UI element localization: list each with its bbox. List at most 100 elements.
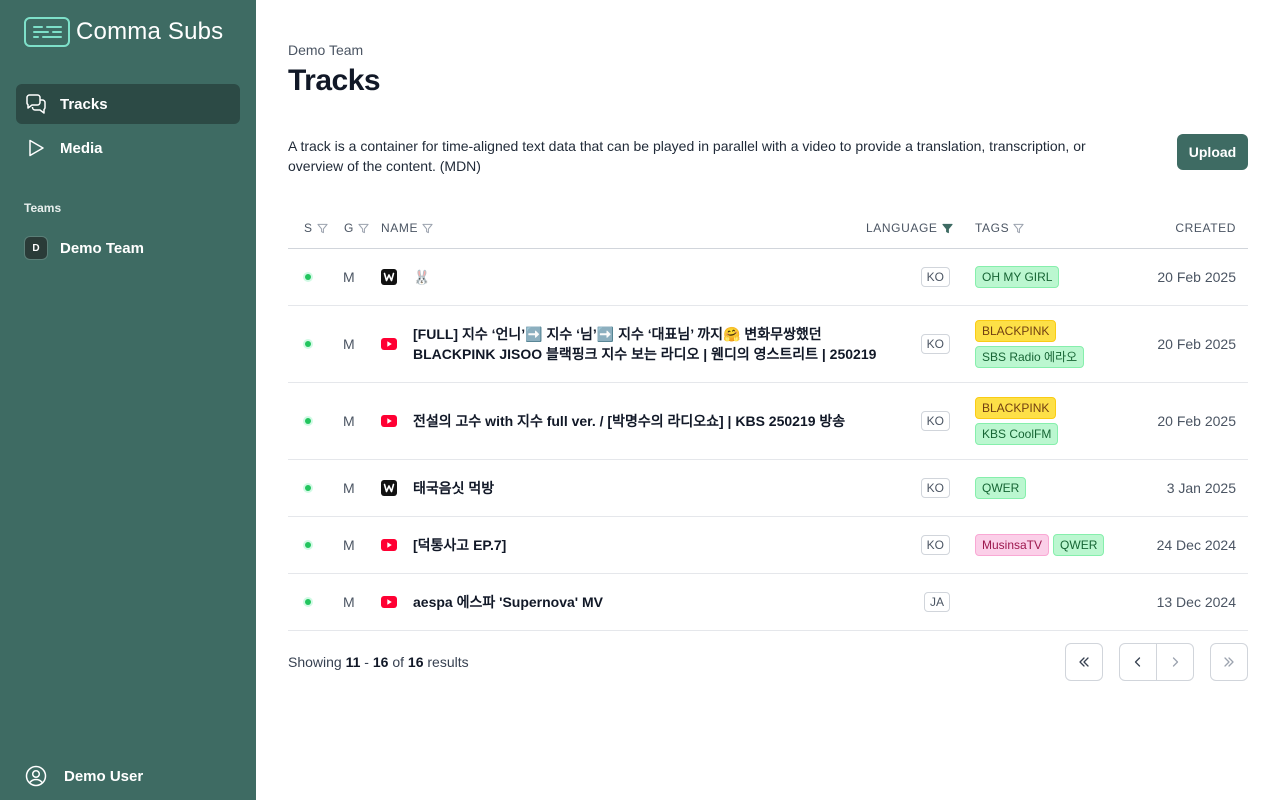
chevron-left-icon xyxy=(1134,657,1141,667)
column-created[interactable]: CREATED xyxy=(1175,221,1236,235)
track-name[interactable]: 태국음싯 먹방 xyxy=(413,478,903,498)
table-body: M 🐰 KO OH MY GIRL 20 Feb 2025 M [FULL] 지수 ‘언니’… xyxy=(288,249,1248,631)
track-name[interactable]: [FULL] 지수 ‘언니’➡️ 지수 ‘님’➡️ 지수 ‘대표님’ 까지🤗 변… xyxy=(413,324,903,364)
youtube-icon xyxy=(381,415,397,427)
column-gender[interactable]: G xyxy=(344,221,369,235)
chevrons-left-icon xyxy=(1079,657,1089,667)
created-date: 20 Feb 2025 xyxy=(1157,336,1236,352)
next-page-button[interactable] xyxy=(1156,643,1194,681)
chevron-right-icon xyxy=(1172,657,1179,667)
source-icon xyxy=(381,480,397,496)
app-logo[interactable]: Comma Subs xyxy=(24,16,223,48)
teams-heading: Teams xyxy=(24,201,62,215)
team-avatar: D xyxy=(24,236,48,260)
gender-cell: M xyxy=(343,480,355,496)
weverse-icon xyxy=(381,480,397,496)
language-badge: KO xyxy=(920,334,950,354)
tag-badge[interactable]: OH MY GIRL xyxy=(975,266,1060,288)
sidebar: Comma Subs Tracks Media Teams D Demo Tea… xyxy=(0,0,256,800)
filter-icon[interactable] xyxy=(1013,223,1024,234)
language-badge: JA xyxy=(923,592,950,612)
sidebar-item-media[interactable]: Media xyxy=(16,128,240,168)
gender-cell: M xyxy=(343,594,355,610)
weverse-icon xyxy=(381,269,397,285)
user-name: Demo User xyxy=(64,767,144,785)
track-name[interactable]: aespa 에스파 'Supernova' MV xyxy=(413,592,903,612)
source-icon xyxy=(381,336,397,352)
tag-badge[interactable]: MusinsaTV xyxy=(975,534,1050,556)
tag-badge[interactable]: BLACKPINK xyxy=(975,397,1057,419)
breadcrumb[interactable]: Demo Team xyxy=(288,42,363,58)
youtube-icon xyxy=(381,539,397,551)
status-indicator xyxy=(305,599,311,605)
language-badge: KO xyxy=(920,478,950,498)
status-indicator xyxy=(305,274,311,280)
tracks-table: S G NAME LANGUAGE TAGS CREATED M 🐰 KO OH… xyxy=(288,208,1248,631)
source-icon xyxy=(381,269,397,285)
table-row[interactable]: M 전설의 고수 with 지수 full ver. / [박명수의 라디오쇼] … xyxy=(288,383,1248,460)
table-row[interactable]: M 태국음싯 먹방 KO QWER 3 Jan 2025 xyxy=(288,460,1248,517)
status-indicator xyxy=(305,542,311,548)
team-name: Demo Team xyxy=(60,239,144,257)
table-row[interactable]: Maespa 에스파 'Supernova' MV JA 13 Dec 2024 xyxy=(288,574,1248,631)
page-title: Tracks xyxy=(288,64,381,97)
table-header: S G NAME LANGUAGE TAGS CREATED xyxy=(288,208,1248,249)
tags-cell: MusinsaTV QWER xyxy=(975,534,1105,556)
app-name: Comma Subs xyxy=(76,18,224,45)
upload-button[interactable]: Upload xyxy=(1177,134,1248,170)
filter-icon[interactable] xyxy=(317,223,328,234)
language-badge: KO xyxy=(920,411,950,431)
youtube-icon xyxy=(381,338,397,350)
gender-cell: M xyxy=(343,537,355,553)
track-name[interactable]: 전설의 고수 with 지수 full ver. / [박명수의 라디오쇼] |… xyxy=(413,411,903,431)
tag-badge[interactable]: QWER xyxy=(975,477,1027,499)
created-date: 24 Dec 2024 xyxy=(1156,537,1236,553)
gender-cell: M xyxy=(343,336,355,352)
sidebar-item-label: Media xyxy=(60,139,103,157)
tags-cell: OH MY GIRL xyxy=(975,266,1060,288)
sidebar-item-tracks[interactable]: Tracks xyxy=(16,84,240,124)
table-row[interactable]: M [덕통사고 EP.7] KO MusinsaTV QWER 24 Dec 2024 xyxy=(288,517,1248,574)
column-status[interactable]: S xyxy=(304,221,328,235)
user-menu[interactable]: Demo User xyxy=(24,764,143,788)
status-indicator xyxy=(305,341,311,347)
column-tags[interactable]: TAGS xyxy=(975,221,1024,235)
status-indicator xyxy=(305,485,311,491)
user-circle-icon xyxy=(25,765,47,787)
chevrons-right-icon xyxy=(1224,657,1234,667)
table-row[interactable]: M 🐰 KO OH MY GIRL 20 Feb 2025 xyxy=(288,249,1248,306)
filter-icon[interactable] xyxy=(422,223,433,234)
tags-cell: QWER xyxy=(975,477,1027,499)
source-icon xyxy=(381,594,397,610)
subtitles-logo-icon xyxy=(24,17,70,47)
gender-cell: M xyxy=(343,269,355,285)
tag-badge[interactable]: BLACKPINK xyxy=(975,320,1057,342)
tag-badge[interactable]: SBS Radio 에라오 xyxy=(975,346,1085,368)
page-description: A track is a container for time-aligned … xyxy=(288,138,1086,174)
language-badge: KO xyxy=(920,535,950,555)
language-badge: KO xyxy=(920,267,950,287)
tag-badge[interactable]: KBS CoolFM xyxy=(975,423,1059,445)
first-page-button[interactable] xyxy=(1065,643,1103,681)
sidebar-item-team[interactable]: D Demo Team xyxy=(16,232,240,264)
source-icon xyxy=(381,413,397,429)
column-name[interactable]: NAME xyxy=(381,221,433,235)
created-date: 13 Dec 2024 xyxy=(1156,594,1236,610)
tags-cell: BLACKPINK KBS CoolFM xyxy=(975,397,1059,445)
gender-cell: M xyxy=(343,413,355,429)
created-date: 3 Jan 2025 xyxy=(1166,480,1236,496)
created-date: 20 Feb 2025 xyxy=(1157,413,1236,429)
column-language[interactable]: LANGUAGE xyxy=(866,221,953,235)
sidebar-item-label: Tracks xyxy=(60,95,108,113)
table-row[interactable]: M [FULL] 지수 ‘언니’➡️ 지수 ‘님’➡️ 지수 ‘대표님’ 까지🤗 … xyxy=(288,306,1248,383)
previous-page-button[interactable] xyxy=(1119,643,1157,681)
filter-active-icon[interactable] xyxy=(941,223,953,234)
last-page-button[interactable] xyxy=(1210,643,1248,681)
filter-icon[interactable] xyxy=(358,223,369,234)
youtube-icon xyxy=(381,596,397,608)
tag-badge[interactable]: QWER xyxy=(1053,534,1105,556)
track-name[interactable]: [덕통사고 EP.7] xyxy=(413,535,903,555)
track-name[interactable]: 🐰 xyxy=(413,267,903,287)
status-indicator xyxy=(305,418,311,424)
pagination-summary: Showing 11 - 16 of 16 results xyxy=(288,654,469,670)
